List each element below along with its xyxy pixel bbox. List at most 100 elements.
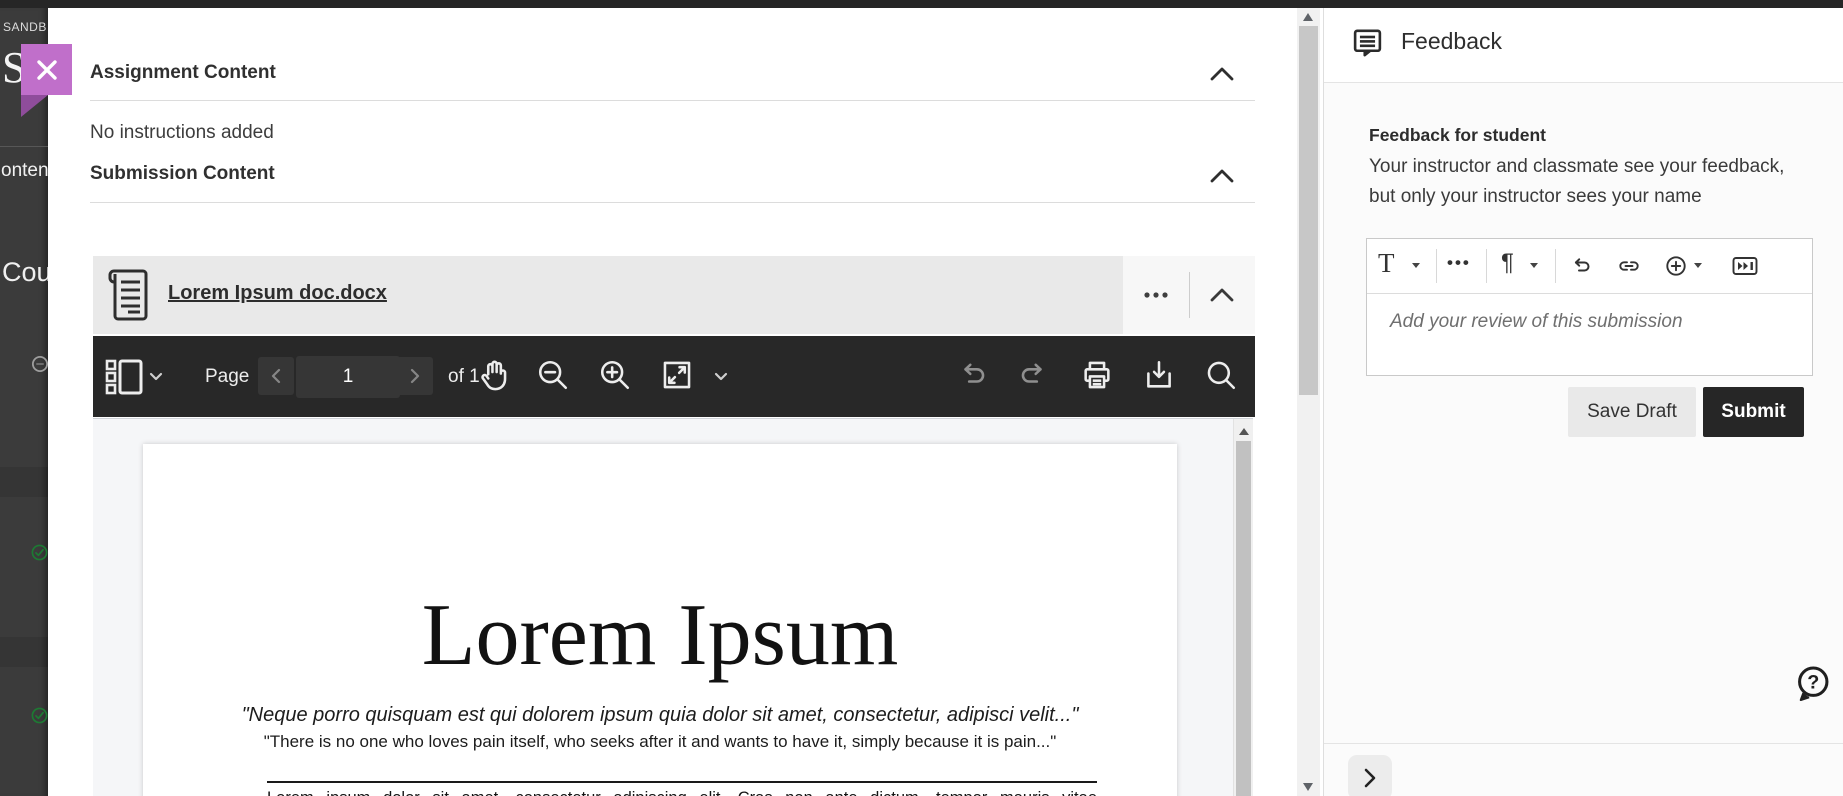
next-page-button[interactable] [397,357,433,395]
toolbar-separator [1555,249,1556,283]
more-formatting-button[interactable]: ••• [1447,253,1471,273]
attachment-more-options-button[interactable] [1138,280,1174,310]
download-button[interactable] [1142,358,1176,392]
feedback-visibility-note: Your instructor and classmate see your f… [1369,156,1784,178]
scroll-down-arrow[interactable] [1303,783,1313,791]
chevron-right-icon [410,368,420,384]
editor-placeholder-text: Add your review of this submission [1390,311,1683,333]
feedback-footer-divider [1324,743,1843,744]
text-style-button[interactable]: T [1378,247,1395,279]
submission-content-title: Submission Content [90,163,275,185]
hidden-item-icon [31,355,48,373]
chevron-up-icon [1209,66,1235,82]
zoom-out-icon [536,358,570,392]
link-icon [1617,254,1641,278]
video-camera-icon [1732,255,1758,277]
search-document-button[interactable] [1204,358,1238,392]
thumbnails-panel-icon [105,358,143,396]
editor-toolbar: T ••• ¶ [1367,239,1812,294]
zoom-in-button[interactable] [598,358,632,392]
zoom-in-icon [598,358,632,392]
fit-to-width-button[interactable] [660,358,694,392]
feedback-panel: Feedback Feedback for student Your instr… [1323,8,1843,796]
printer-icon [1080,358,1114,392]
collapse-attachment-button[interactable] [1206,283,1238,307]
attachment-filename-link[interactable]: Lorem Ipsum doc.docx [168,282,387,305]
document-quote-translation: "There is no one who loves pain itself, … [143,732,1177,752]
page-scrollbar-thumb[interactable] [1299,26,1318,395]
assignment-content-title: Assignment Content [90,62,276,84]
document-body-text: Lorem ipsum dolor sit amet, consectetur … [267,789,1097,796]
collapse-submission-button[interactable] [1206,164,1238,188]
undo-icon [1569,254,1593,278]
redo-icon [1017,358,1051,392]
left-rail: SANDB S ontent Cour [0,8,48,796]
feedback-text-area[interactable]: Add your review of this submission [1367,293,1812,375]
rail-row-divider [0,467,48,497]
chevron-down-icon[interactable] [1412,263,1420,268]
insert-link-button[interactable] [1617,254,1641,278]
feedback-for-student-heading: Feedback for student [1369,125,1546,146]
previous-page-button[interactable] [258,357,294,395]
viewer-scrollbar[interactable] [1233,419,1253,796]
toolbar-separator [1486,249,1487,283]
help-button[interactable]: ? [1794,665,1831,703]
undo-annotation-button[interactable] [955,358,989,392]
undo-icon [955,358,989,392]
page-thumbnails-button[interactable] [105,358,143,396]
feedback-header-divider [1324,82,1843,83]
completed-check-icon [31,707,48,724]
help-question-icon: ? [1794,665,1831,703]
feedback-editor: T ••• ¶ [1366,238,1813,376]
page-number-input[interactable] [296,356,400,398]
print-button[interactable] [1080,358,1114,392]
document-title: Lorem Ipsum [143,592,1177,680]
section-divider [90,202,1255,203]
page-scrollbar[interactable] [1297,8,1320,796]
chevron-left-icon [271,368,281,384]
viewer-scrollbar-thumb[interactable] [1236,441,1251,796]
feedback-visibility-note: but only your instructor sees your name [1369,186,1702,208]
chevron-down-icon[interactable] [1694,263,1702,268]
redo-annotation-button[interactable] [1017,358,1051,392]
search-icon [1204,358,1238,392]
page-label: Page [205,366,249,388]
toolbar-separator [1436,249,1437,283]
svg-text:?: ? [1807,671,1819,693]
hand-icon [477,357,513,393]
zoom-out-button[interactable] [536,358,570,392]
download-icon [1142,358,1176,392]
attachment-card: Lorem Ipsum doc.docx [93,256,1255,334]
record-video-button[interactable] [1732,255,1758,277]
feedback-bubble-icon [1351,26,1384,59]
chevron-down-icon[interactable] [714,372,728,381]
section-divider [90,100,1255,101]
save-draft-button[interactable]: Save Draft [1568,387,1696,437]
card-actions-separator [1189,272,1190,318]
document-rule [267,781,1097,783]
chevron-down-icon[interactable] [149,372,163,381]
insert-content-button[interactable] [1664,254,1688,278]
editor-undo-button[interactable] [1569,254,1593,278]
main-panel: Assignment Content No instructions added… [48,8,1297,796]
chevron-down-icon[interactable] [1530,263,1538,268]
no-instructions-text: No instructions added [90,122,274,144]
completed-check-icon [31,544,48,561]
rail-tab-content[interactable]: ontent [1,160,48,182]
close-panel-button[interactable] [21,44,72,95]
top-bar [0,0,1843,8]
collapse-assignment-button[interactable] [1206,62,1238,86]
rail-active-tab-underline [0,202,48,208]
document-viewer-toolbar: Page of 1 [93,336,1255,417]
plus-circle-icon [1664,254,1688,278]
pan-tool-button[interactable] [477,357,513,393]
rail-course-heading: Cour [2,257,48,288]
rail-row-divider [0,637,48,667]
document-viewer: Lorem Ipsum "Neque porro quisquam est qu… [93,418,1253,796]
scroll-up-arrow[interactable] [1303,13,1313,21]
chevron-up-icon [1209,287,1235,303]
paragraph-style-button[interactable]: ¶ [1501,249,1514,278]
submit-button[interactable]: Submit [1703,387,1804,437]
collapse-panel-button[interactable] [1348,755,1392,796]
scroll-up-arrow[interactable] [1239,428,1249,435]
